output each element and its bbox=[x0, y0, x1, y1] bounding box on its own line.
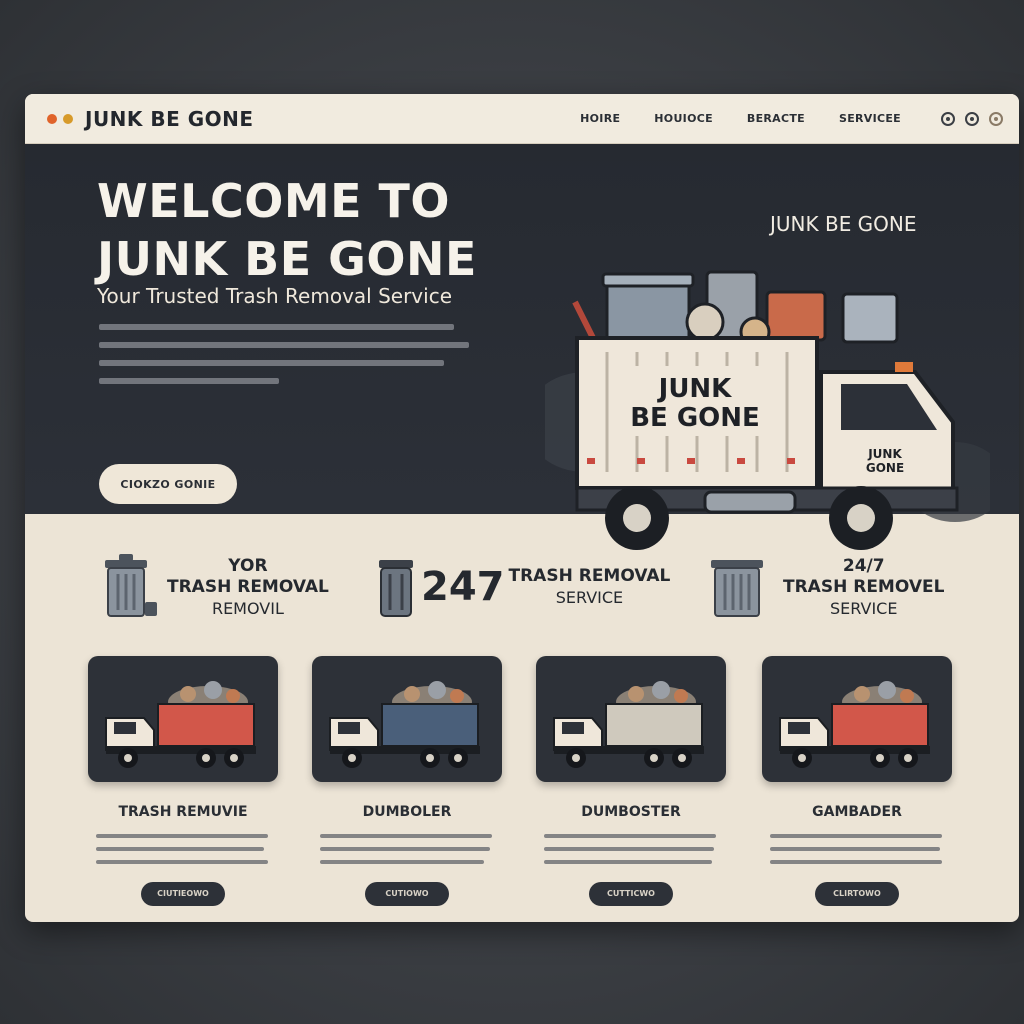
logo-dot-amber-icon bbox=[63, 113, 73, 124]
browser-window: JUNK BE GONE HOIRE HOUIOCE BERACTE SERVI… bbox=[25, 94, 1019, 922]
nav-item-home[interactable]: HOIRE bbox=[580, 112, 620, 125]
text-line bbox=[320, 860, 484, 864]
card-4-button[interactable]: CLIRTOWO bbox=[815, 882, 899, 906]
text-line bbox=[99, 324, 454, 330]
feature-3-line2: TRASH REMOVEL bbox=[783, 576, 945, 597]
window-control-1-icon[interactable] bbox=[941, 111, 955, 126]
service-card-3[interactable]: DUMBOSTER CUTTICWO bbox=[536, 656, 726, 906]
window-controls bbox=[941, 111, 1003, 126]
hero-tagline: JUNK BE GONE bbox=[770, 212, 917, 236]
card-3-description bbox=[544, 834, 718, 864]
truck-label-line1: JUNK bbox=[657, 374, 733, 404]
feature-2-line2: SERVICE bbox=[555, 588, 624, 607]
feature-2-line1: TRASH REMOVAL bbox=[508, 566, 671, 586]
service-card-4[interactable]: GAMBADER CLIRTOWO bbox=[762, 656, 952, 906]
window-control-2-icon[interactable] bbox=[965, 111, 979, 126]
text-line bbox=[320, 834, 492, 838]
dump-truck-icon bbox=[553, 681, 704, 768]
text-line bbox=[96, 847, 264, 851]
truck-label-line2: BE GONE bbox=[630, 403, 760, 433]
text-line bbox=[320, 847, 490, 851]
text-line bbox=[770, 834, 942, 838]
nav-item-contact[interactable]: BERACTE bbox=[747, 112, 805, 125]
nav-item-services[interactable]: SERVICEE bbox=[839, 112, 901, 125]
feature-3: 24/7 TRASH REMOVEL SERVICE bbox=[709, 554, 944, 620]
card-3-title: DUMBOSTER bbox=[581, 804, 681, 820]
card-3-button[interactable]: CUTTICWO bbox=[589, 882, 673, 906]
card-4-description bbox=[770, 834, 944, 864]
feature-1-line1: YOR bbox=[228, 555, 268, 576]
main-nav: HOIRE HOUIOCE BERACTE SERVICEE bbox=[580, 112, 901, 125]
card-2-title: DUMBOLER bbox=[362, 804, 452, 820]
text-line bbox=[99, 378, 279, 384]
logo-dots bbox=[47, 113, 73, 124]
card-4-title: GAMBADER bbox=[812, 804, 902, 820]
nav-item-house[interactable]: HOUIOCE bbox=[654, 112, 713, 125]
brand-logo-text[interactable]: JUNK BE GONE bbox=[85, 107, 254, 131]
trash-can-icon bbox=[379, 560, 413, 617]
text-line bbox=[544, 834, 716, 838]
text-line bbox=[99, 360, 444, 366]
text-line bbox=[544, 847, 714, 851]
card-2-button[interactable]: CUTIOWO bbox=[365, 882, 449, 906]
dump-truck-icon bbox=[105, 681, 256, 768]
text-line bbox=[544, 860, 712, 864]
text-line bbox=[770, 847, 940, 851]
trash-can-icon bbox=[105, 554, 157, 617]
trash-can-icon bbox=[711, 560, 763, 617]
feature-3-line1: 24/7 bbox=[842, 555, 885, 576]
feature-3-text: 24/7 TRASH REMOVEL SERVICE bbox=[783, 556, 944, 619]
card-2-description bbox=[320, 834, 494, 864]
text-line bbox=[96, 860, 268, 864]
garbage-truck-illustration: JUNK BE GONE JUNK GONE bbox=[545, 270, 990, 550]
hero-title-line1: WELCOME TO bbox=[97, 174, 451, 228]
feature-3-line3: SERVICE bbox=[830, 598, 898, 618]
feature-1: YOR TRASH REMOVAL REMOVIL bbox=[101, 554, 329, 620]
text-line bbox=[99, 342, 469, 348]
card-1-truck-image bbox=[88, 656, 278, 782]
cab-label-line2: GONE bbox=[866, 461, 904, 475]
service-card-2[interactable]: DUMBOLER CUTIOWO bbox=[312, 656, 502, 906]
feature-2: 247 TRASH REMOVAL SERVICE bbox=[377, 554, 670, 620]
hero-subtitle: Your Trusted Trash Removal Service bbox=[97, 284, 452, 308]
feature-1-line2: TRASH REMOVAL bbox=[167, 576, 329, 597]
feature-2-big-number: 247 bbox=[421, 564, 505, 610]
window-control-3-icon[interactable] bbox=[989, 111, 1003, 126]
card-2-truck-image bbox=[312, 656, 502, 782]
dump-truck-icon bbox=[329, 681, 480, 768]
card-1-title: TRASH REMUVIE bbox=[118, 804, 248, 820]
text-line bbox=[96, 834, 268, 838]
hero-title-line2: JUNK BE GONE bbox=[97, 232, 477, 286]
top-navigation-bar: JUNK BE GONE HOIRE HOUIOCE BERACTE SERVI… bbox=[25, 94, 1019, 144]
text-line bbox=[770, 860, 942, 864]
service-card-1[interactable]: TRASH REMUVIE CIUTIEOWO bbox=[88, 656, 278, 906]
card-4-truck-image bbox=[762, 656, 952, 782]
feature-2-text: TRASH REMOVAL SERVICE bbox=[509, 566, 671, 608]
features-section: YOR TRASH REMOVAL REMOVIL 247 TRASH REMO… bbox=[25, 514, 1019, 644]
card-3-truck-image bbox=[536, 656, 726, 782]
dump-truck-icon bbox=[779, 681, 930, 768]
feature-1-line3: REMOVIL bbox=[211, 598, 284, 618]
cab-label-line1: JUNK bbox=[867, 447, 902, 461]
card-1-button[interactable]: CIUTIEOWO bbox=[141, 882, 225, 906]
hero-section: WELCOME TO JUNK BE GONE Your Trusted Tra… bbox=[25, 144, 1019, 550]
card-1-description bbox=[96, 834, 270, 864]
logo-dot-orange-icon bbox=[47, 113, 57, 124]
hero-title: WELCOME TO JUNK BE GONE bbox=[97, 172, 477, 288]
feature-1-text: YOR TRASH REMOVAL REMOVIL bbox=[167, 556, 329, 619]
hero-cta-button[interactable]: CIOKZO GONIE bbox=[99, 464, 237, 504]
hero-body-text bbox=[99, 324, 469, 396]
